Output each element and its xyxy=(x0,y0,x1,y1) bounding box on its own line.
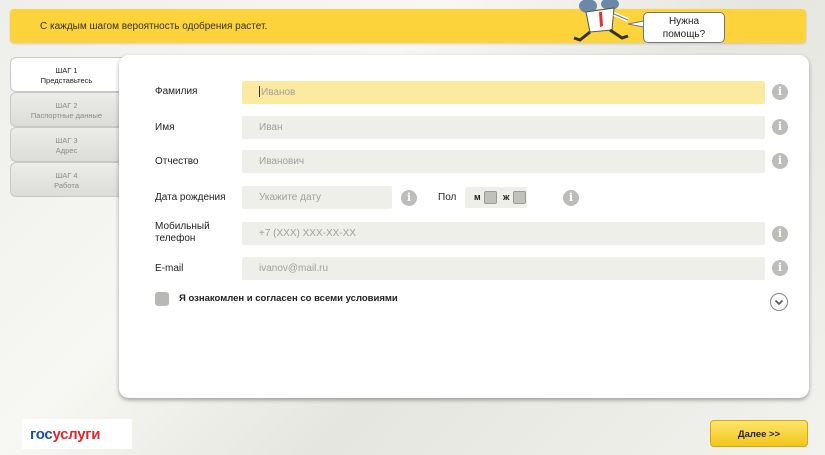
phone-placeholder: +7 (XXX) XXX-XX-XX xyxy=(259,228,356,239)
gender-label: Пол xyxy=(438,192,457,203)
chevron-down-icon[interactable] xyxy=(770,293,788,311)
step-3-tab[interactable]: ШАГ 3 Адрес xyxy=(10,127,122,162)
info-icon[interactable]: i xyxy=(772,119,788,135)
agree-label: Я ознакомлен и согласен со всеми условия… xyxy=(179,293,398,304)
patronymic-input[interactable]: Иванович xyxy=(242,150,765,173)
surname-placeholder: Иванов xyxy=(261,87,296,98)
name-placeholder: Иван xyxy=(259,122,283,133)
info-icon[interactable]: i xyxy=(772,84,788,100)
step-1-title: ШАГ 1 xyxy=(55,66,78,75)
step-3-title: ШАГ 3 xyxy=(55,136,78,145)
next-button[interactable]: Далее >> xyxy=(710,420,808,447)
email-label: E-mail xyxy=(155,263,184,274)
info-icon[interactable]: i xyxy=(772,226,788,242)
mascot-illustration xyxy=(573,0,629,42)
agree-checkbox[interactable] xyxy=(155,292,169,306)
step-1-subtitle: Представьтесь xyxy=(40,76,93,85)
gosuslugi-logo: госуслуги xyxy=(22,419,132,449)
birthdate-placeholder: Укажите дату xyxy=(259,192,322,203)
step-2-title: ШАГ 2 xyxy=(55,101,78,110)
step-2-tab[interactable]: ШАГ 2 Паспортные данные xyxy=(10,92,122,127)
name-label: Имя xyxy=(155,122,175,133)
birthdate-input[interactable]: Укажите дату xyxy=(242,186,392,209)
email-input[interactable]: ivanov@mail.ru xyxy=(242,257,765,280)
info-icon[interactable]: i xyxy=(772,260,788,276)
gender-selector: м ж xyxy=(465,187,527,208)
steps-nav: ШАГ 1 Представьтесь ШАГ 2 Паспортные дан… xyxy=(10,57,122,197)
surname-input[interactable]: Иванов xyxy=(242,81,765,104)
step-1-tab[interactable]: ШАГ 1 Представьтесь xyxy=(10,57,122,92)
step-4-tab[interactable]: ШАГ 4 Работа xyxy=(10,162,122,197)
name-input[interactable]: Иван xyxy=(242,116,765,139)
patronymic-label: Отчество xyxy=(155,156,199,167)
form-card: Фамилия Иванов i Имя Иван i Отчество Ива… xyxy=(119,55,809,398)
logo-part-2: услуги xyxy=(52,426,101,443)
step-4-title: ШАГ 4 xyxy=(55,171,78,180)
speech-tail xyxy=(628,20,644,28)
help-line-2: помощь? xyxy=(662,29,706,40)
logo-part-1: гос xyxy=(30,426,53,443)
gender-male-label: м xyxy=(474,192,481,202)
phone-label-line-2: телефон xyxy=(155,233,196,244)
email-placeholder: ivanov@mail.ru xyxy=(259,263,329,274)
help-bubble[interactable]: Нужна помощь? xyxy=(643,12,725,43)
phone-label: Мобильный телефон xyxy=(155,221,210,245)
phone-label-line-1: Мобильный xyxy=(155,221,210,232)
step-2-subtitle: Паспортные данные xyxy=(30,111,103,120)
step-4-subtitle: Работа xyxy=(54,181,79,190)
gender-female-checkbox[interactable] xyxy=(513,191,526,204)
info-icon[interactable]: i xyxy=(563,190,579,206)
birthdate-label: Дата рождения xyxy=(155,192,226,203)
gender-female-label: ж xyxy=(503,192,510,202)
banner-text: С каждым шагом вероятность одобрения рас… xyxy=(40,21,268,32)
surname-label: Фамилия xyxy=(155,86,198,97)
help-line-1: Нужна xyxy=(668,16,700,27)
info-icon[interactable]: i xyxy=(772,153,788,169)
patronymic-placeholder: Иванович xyxy=(259,156,305,167)
gender-male-checkbox[interactable] xyxy=(484,191,497,204)
step-3-subtitle: Адрес xyxy=(55,146,78,155)
phone-input[interactable]: +7 (XXX) XXX-XX-XX xyxy=(242,222,765,245)
info-icon[interactable]: i xyxy=(401,190,417,206)
